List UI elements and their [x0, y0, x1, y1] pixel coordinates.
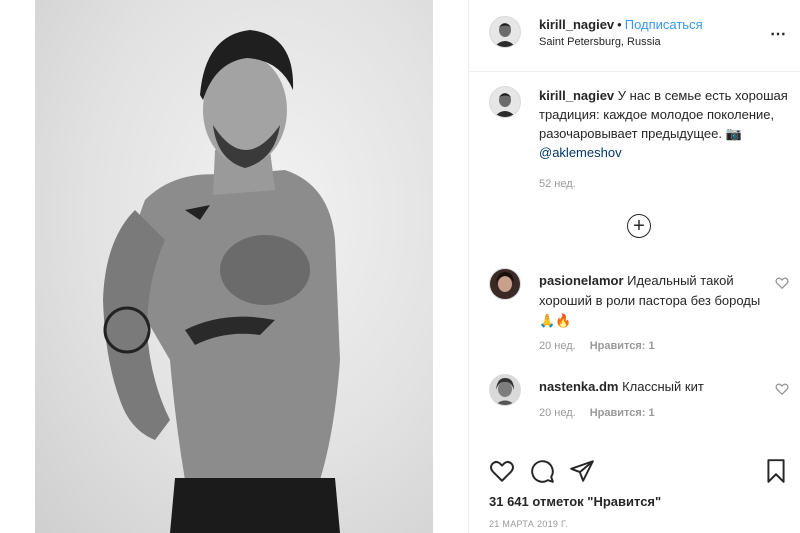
commenter-avatar[interactable] — [489, 374, 521, 406]
avatar-image — [490, 17, 520, 47]
post-photo[interactable] — [35, 0, 433, 533]
commenter-avatar[interactable] — [489, 268, 521, 300]
comment-meta: 20 нед. Нравится: 1 — [539, 340, 655, 352]
avatar-image — [490, 269, 520, 299]
caption-username[interactable]: kirill_nagiev — [539, 88, 614, 103]
comment-meta: 20 нед. Нравится: 1 — [539, 407, 655, 419]
avatar-image — [490, 375, 520, 405]
bookmark-icon[interactable] — [763, 458, 789, 484]
caption-mention-link[interactable]: @aklemeshov — [539, 145, 622, 160]
comment-text: Классный кит — [622, 379, 704, 394]
author-avatar[interactable] — [489, 16, 521, 48]
comment-text-block: pasionelamor Идеальный такой хороший в р… — [539, 271, 769, 331]
follow-button[interactable]: Подписаться — [625, 17, 703, 32]
comment-likes[interactable]: Нравится: 1 — [590, 340, 655, 352]
comment-icon[interactable] — [529, 458, 555, 484]
comment-username[interactable]: nastenka.dm — [539, 379, 618, 394]
header-line: kirill_nagiev • Подписаться — [539, 17, 703, 32]
heart-icon[interactable] — [489, 458, 515, 484]
post-header: kirill_nagiev • Подписаться Saint Petersbu… — [469, 0, 800, 72]
caption-text-block: kirill_nagiev У нас в семье есть хорошая… — [539, 86, 789, 162]
caption-author-avatar[interactable] — [489, 86, 521, 118]
comment-likes[interactable]: Нравится: 1 — [590, 407, 655, 419]
post-photo-illustration — [103, 30, 340, 533]
comment-time[interactable]: 20 нед. — [539, 340, 576, 352]
post-date[interactable]: 21 МАРТА 2019 Г. — [489, 519, 568, 529]
comment-time[interactable]: 20 нед. — [539, 407, 576, 419]
author-username[interactable]: kirill_nagiev — [539, 17, 614, 32]
comment-like-heart-icon[interactable] — [775, 382, 789, 396]
more-options-icon[interactable]: ⋯ — [770, 24, 787, 44]
post-details-panel: kirill_nagiev • Подписаться Saint Petersbu… — [468, 0, 800, 533]
post-media-area — [0, 0, 468, 533]
load-more-comments-button[interactable]: + — [627, 214, 651, 238]
post-location[interactable]: Saint Petersburg, Russia — [539, 36, 661, 48]
separator-dot: • — [617, 17, 622, 32]
comment-like-heart-icon[interactable] — [775, 276, 789, 290]
avatar-image — [490, 87, 520, 117]
comment-text-block: nastenka.dm Классный кит — [539, 377, 769, 397]
comment-username[interactable]: pasionelamor — [539, 273, 624, 288]
likes-count[interactable]: 31 641 отметок "Нравится" — [489, 494, 661, 509]
share-icon[interactable] — [569, 458, 595, 484]
post-actions-bar — [489, 458, 789, 488]
caption-timestamp[interactable]: 52 нед. — [539, 178, 576, 190]
